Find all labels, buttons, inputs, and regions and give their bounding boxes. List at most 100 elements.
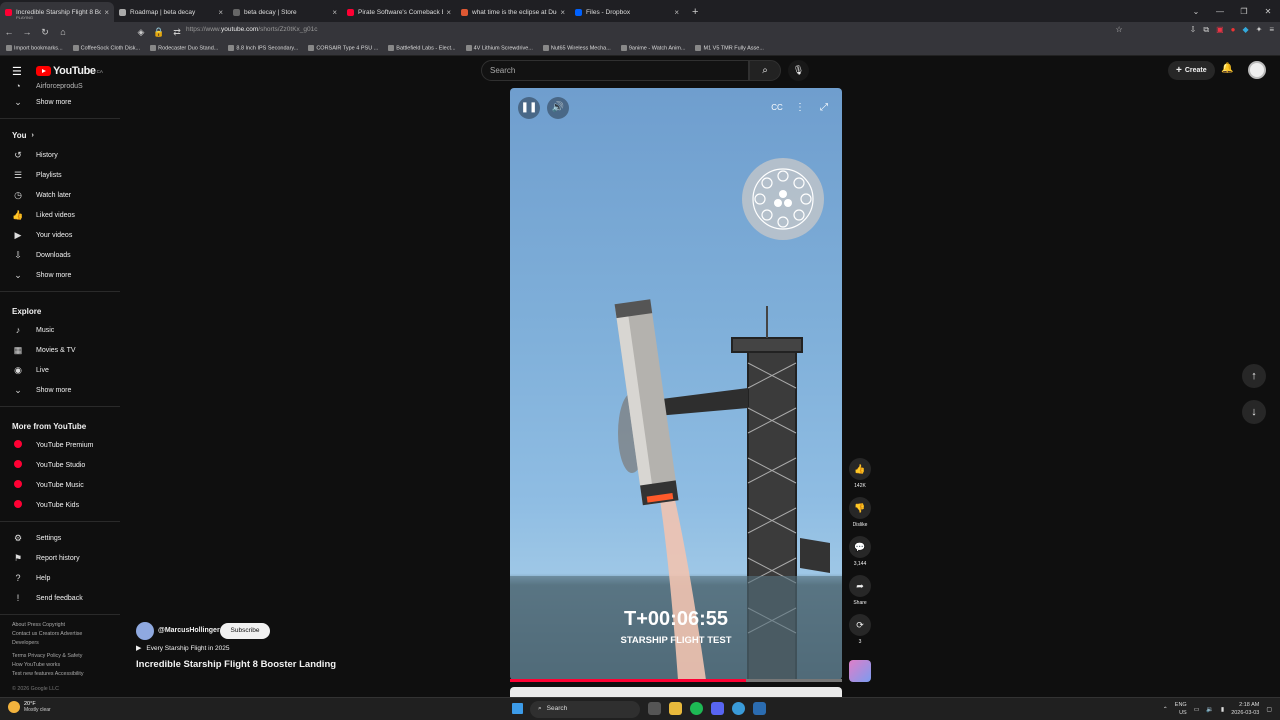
browser-tab[interactable]: what time is the eclipse at Duc × [456, 2, 570, 22]
hamburger-menu-icon[interactable]: ☰ [12, 65, 22, 78]
next-short-preview[interactable] [510, 687, 842, 697]
sidebar-item-youtube-kids[interactable]: YouTube Kids [0, 495, 120, 515]
footer-line[interactable]: Test new features Accessibility [12, 670, 108, 679]
bookmark-item[interactable]: CORSAIR Type 4 PSU ... [308, 45, 378, 52]
clock[interactable]: 2:18 AM 2026-03-03 [1231, 701, 1259, 717]
browser-icon[interactable] [732, 702, 745, 715]
taskbar-search[interactable]: ⌕ Search [530, 701, 640, 718]
notification-center-icon[interactable]: ▢ [1266, 706, 1272, 713]
tray-chevron-icon[interactable]: ⌃ [1163, 706, 1168, 713]
sidebar-item-help[interactable]: ? Help [0, 568, 120, 588]
sidebar-item-settings[interactable]: ⚙ Settings [0, 528, 120, 548]
browser-tab[interactable]: Roadmap | beta decay × [114, 2, 228, 22]
dislike-action[interactable]: 👎 Dislike [848, 497, 872, 528]
tab-close-icon[interactable]: × [446, 8, 451, 17]
volume-icon[interactable]: 🔉 [1206, 706, 1213, 713]
search-input[interactable]: Search [481, 60, 749, 81]
reload-icon[interactable]: ↻ [36, 27, 54, 38]
network-icon[interactable]: ▭ [1194, 706, 1200, 713]
pause-button[interactable]: ❚❚ [518, 97, 540, 119]
close-window-button[interactable]: ✕ [1256, 7, 1280, 16]
show-more-subscriptions[interactable]: ⌄ Show more [0, 92, 120, 112]
discord-icon[interactable] [711, 702, 724, 715]
url-field[interactable]: https://www.youtube.com/shorts/Zz0tKx_g0… [186, 26, 318, 33]
tab-close-icon[interactable]: × [674, 8, 679, 17]
playlist-link[interactable]: ▶ Every Starship Flight in 2025 [136, 644, 230, 652]
bookmark-item[interactable]: CoffeeSock Cloth Disk... [72, 45, 140, 52]
footer-line[interactable]: How YouTube works [12, 661, 108, 670]
sidebar-item-subscription[interactable]: ◔ AirforceproduS [0, 80, 120, 92]
notifications-bell-icon[interactable]: 🔔 [1221, 63, 1233, 74]
create-button[interactable]: + Create [1168, 61, 1215, 80]
bookmark-item[interactable]: Import bookmarks... [6, 45, 63, 52]
more-options-button[interactable]: ⋮ [789, 97, 811, 119]
bookmark-item[interactable]: Rodecaster Duo Stand... [150, 45, 218, 52]
browser-tab[interactable]: Pirate Software's Comeback Bu × [342, 2, 456, 22]
show-more-explore[interactable]: ⌄ Show more [0, 380, 120, 400]
browser-menu-icon[interactable]: ≡ [1269, 25, 1274, 35]
next-short-button[interactable]: ↓ [1242, 400, 1266, 424]
shorts-video-player[interactable]: ❚❚ 🔊 CC ⋮ ⤢ T+00:06:55 STARSHIP FLIGHT T… [510, 88, 842, 680]
account-avatar[interactable] [1248, 61, 1266, 79]
bookmark-item[interactable]: Battlefield Labs - Elect... [388, 45, 456, 52]
sidebar-item-movies-tv[interactable]: ▦ Movies & TV [0, 340, 120, 360]
forward-icon[interactable]: → [18, 27, 36, 37]
maximize-button[interactable]: ❐ [1232, 7, 1256, 16]
sidebar-you-header[interactable]: You › [0, 125, 120, 145]
sidebar-item-music[interactable]: ♪ Music [0, 320, 120, 340]
windows-start-icon[interactable] [512, 703, 523, 714]
footer-line[interactable]: Terms Privacy Policy & Safety [12, 652, 108, 661]
sidebar-item-youtube-premium[interactable]: YouTube Premium [0, 435, 120, 455]
tab-close-icon[interactable]: × [332, 8, 337, 17]
remix-action[interactable]: ⟳ 3 [848, 614, 872, 645]
back-icon[interactable]: ← [0, 27, 18, 37]
downloads-icon[interactable]: ⇩ [1190, 25, 1197, 35]
new-tab-button[interactable]: + [692, 2, 698, 22]
volume-button[interactable]: 🔊 [547, 97, 569, 119]
language-indicator[interactable]: ENG US [1175, 701, 1187, 717]
bookmark-item[interactable]: M1 V5 TMR Fully Asse... [695, 45, 764, 52]
sidebar-item-liked-videos[interactable]: 👍 Liked videos [0, 205, 120, 225]
task-view-icon[interactable] [648, 702, 661, 715]
fullscreen-button[interactable]: ⤢ [813, 97, 835, 119]
comments-action[interactable]: 💬 3,144 [848, 536, 872, 567]
captions-button[interactable]: CC [766, 97, 788, 119]
youtube-logo[interactable]: YouTube CA [36, 65, 103, 77]
tab-close-icon[interactable]: × [560, 8, 565, 17]
app-icon[interactable] [753, 702, 766, 715]
battery-icon[interactable]: ▮ [1221, 706, 1224, 713]
lock-icon[interactable]: 🔒 [150, 27, 168, 38]
sidebar-item-youtube-music[interactable]: YouTube Music [0, 475, 120, 495]
home-icon[interactable]: ⌂ [54, 27, 72, 37]
sound-thumbnail[interactable] [848, 660, 872, 682]
spotify-icon[interactable] [690, 702, 703, 715]
extension-icon-3[interactable]: ● [1231, 25, 1236, 35]
search-button[interactable]: ⌕ [749, 60, 781, 81]
minimize-button[interactable]: — [1208, 7, 1232, 16]
permissions-icon[interactable]: ⇄ [168, 27, 186, 38]
bookmark-item[interactable]: 9anime - Watch Anim... [620, 45, 685, 52]
subscribe-button[interactable]: Subscribe [220, 623, 270, 639]
extension-icon[interactable]: ⧉ [1203, 25, 1209, 35]
bookmark-item[interactable]: 4V Lithium Screwdrive... [465, 45, 533, 52]
shield-icon[interactable]: ◈ [132, 27, 150, 38]
channel-avatar[interactable] [136, 622, 154, 640]
sidebar-item-report-history[interactable]: ⚑ Report history [0, 548, 120, 568]
channel-name[interactable]: @MarcusHollinger [158, 627, 220, 634]
tab-close-icon[interactable]: × [218, 8, 223, 17]
tab-search-icon[interactable]: ⌄ [1184, 7, 1208, 16]
sidebar-item-your-videos[interactable]: ▶ Your videos [0, 225, 120, 245]
video-progress-bar[interactable] [510, 679, 842, 682]
share-action[interactable]: ➦ Share [848, 575, 872, 606]
browser-tab[interactable]: Incredible Starship Flight 8 Boo PLAYING × [0, 2, 114, 22]
extensions-puzzle-icon[interactable]: ✦ [1256, 25, 1263, 35]
sidebar-item-downloads[interactable]: ⇩ Downloads [0, 245, 120, 265]
sidebar-item-history[interactable]: ↺ History [0, 145, 120, 165]
previous-short-button[interactable]: ↑ [1242, 364, 1266, 388]
extension-icon-2[interactable]: ▣ [1216, 25, 1224, 35]
browser-tab[interactable]: beta decay | Store × [228, 2, 342, 22]
bookmark-star-icon[interactable]: ☆ [1115, 25, 1122, 35]
sidebar-item-watch-later[interactable]: ◷ Watch later [0, 185, 120, 205]
weather-widget[interactable]: 20°F Mostly clear [8, 701, 51, 713]
tab-close-icon[interactable]: × [104, 8, 109, 17]
